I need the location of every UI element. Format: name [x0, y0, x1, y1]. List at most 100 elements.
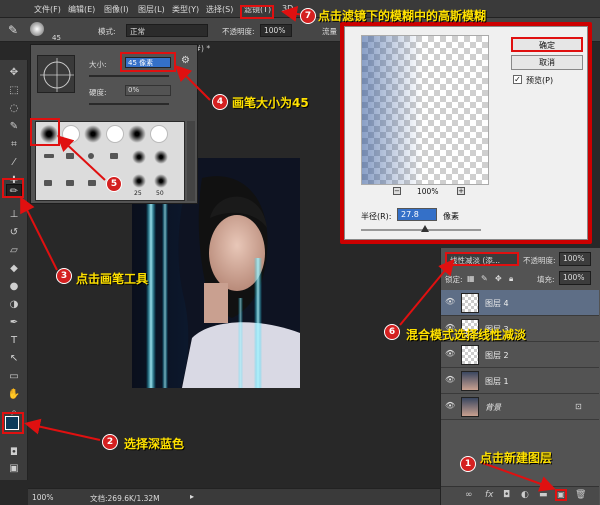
visibility-eye-icon[interactable]: 👁︎ — [445, 376, 455, 384]
visibility-eye-icon[interactable]: 👁︎ — [445, 298, 455, 306]
menu-edit[interactable]: 编辑(E) — [68, 4, 95, 15]
paint-bucket-icon[interactable]: ◆ — [6, 262, 22, 276]
step-badge-3: 3 — [56, 268, 72, 284]
status-arrow-icon[interactable]: ▸ — [190, 492, 194, 501]
layer-thumbnail — [461, 293, 479, 313]
lock-all-icon[interactable]: 🔒︎ — [509, 274, 513, 284]
fill-label: 填充: — [537, 275, 555, 284]
pen-tool-icon[interactable]: ✒ — [6, 316, 22, 330]
radius-input[interactable]: 27.8 — [397, 208, 437, 221]
brush-tool-icon: ✎ — [8, 23, 19, 37]
blur-preview[interactable] — [361, 35, 489, 185]
history-brush-icon[interactable]: ↺ — [6, 226, 22, 240]
brush-size-slider[interactable] — [89, 75, 169, 77]
blend-mode-select[interactable]: 线性减淡 (添... — [445, 252, 519, 266]
path-select-icon[interactable]: ↖ — [6, 352, 22, 366]
menu-file[interactable]: 文件(F) — [34, 4, 61, 15]
brush-tip[interactable] — [44, 180, 52, 186]
brush-tip-hard[interactable] — [62, 125, 80, 143]
radius-label: 半径(R): — [361, 212, 392, 221]
visibility-eye-icon[interactable]: 👁︎ — [445, 350, 455, 358]
lock-position-icon[interactable]: ✥ — [495, 274, 502, 283]
brush-tip[interactable] — [44, 154, 54, 158]
fx-icon[interactable]: fx — [485, 490, 494, 500]
brush-hardness-slider[interactable] — [89, 103, 169, 105]
cancel-button[interactable]: 取消 — [511, 55, 583, 70]
quick-select-tool-icon[interactable]: ✎ — [6, 120, 22, 134]
mode-select[interactable]: 正常 — [126, 24, 208, 37]
preview-checkbox[interactable]: ✓ — [513, 75, 522, 84]
menu-image[interactable]: 图像(I) — [104, 4, 129, 15]
zoom-in-icon[interactable]: + — [457, 187, 465, 195]
shape-tool-icon[interactable]: ▭ — [6, 370, 22, 384]
type-tool-icon[interactable]: T — [6, 334, 22, 348]
layer-name: 图层 1 — [485, 377, 509, 386]
brush-tip[interactable] — [150, 125, 168, 143]
layer-opacity-input[interactable]: 100% — [559, 252, 591, 266]
brush-tip-size-25: 25 — [134, 190, 142, 197]
menu-layer[interactable]: 图层(L) — [138, 4, 165, 15]
menu-3d[interactable]: 3D — [282, 4, 293, 13]
highlight-color-swatch — [2, 412, 24, 434]
group-folder-icon[interactable]: ▬ — [539, 490, 548, 500]
brush-tip[interactable] — [154, 150, 168, 164]
eyedropper-tool-icon[interactable]: ⁄ — [6, 156, 22, 170]
gaussian-blur-dialog-body: − 100% + 确定 取消 ✓ 预览(P) 半径(R): 27.8 像素 — [344, 26, 588, 240]
brush-settings-gear-icon[interactable]: ⚙ — [181, 55, 190, 66]
radius-slider-thumb[interactable] — [421, 225, 429, 232]
layer-row[interactable]: 👁︎ 背景 ⊡ — [441, 394, 599, 420]
note-step-3: 点击画笔工具 — [76, 272, 149, 286]
quick-mask-icon[interactable]: ◘ — [6, 446, 22, 460]
layer-row[interactable]: 👁︎ 图层 2 — [441, 342, 599, 368]
layer-row[interactable]: 👁︎ 图层 4 — [441, 290, 599, 316]
eraser-tool-icon[interactable]: ▱ — [6, 244, 22, 258]
ok-button[interactable]: 确定 — [511, 37, 583, 52]
blur-tool-icon[interactable]: ● — [6, 280, 22, 294]
opacity-input[interactable]: 100% — [260, 24, 292, 37]
layers-footer: ∞ fx ◘ ◐ ▬ ▣ 🗑︎ — [441, 486, 599, 505]
brush-tip[interactable] — [132, 174, 146, 188]
brush-angle-preview[interactable] — [37, 55, 75, 93]
delete-layer-icon[interactable]: 🗑︎ — [575, 490, 586, 500]
layer-row[interactable]: 👁︎ 图层 1 — [441, 368, 599, 394]
zoom-out-icon[interactable]: − — [393, 187, 401, 195]
brush-tip[interactable] — [66, 153, 74, 159]
brush-tip[interactable] — [66, 180, 74, 186]
brush-tip[interactable] — [84, 125, 102, 143]
brush-hardness-label: 硬度: — [89, 88, 107, 97]
screen-mode-icon[interactable]: ▣ — [6, 462, 22, 476]
brush-size-readout: 45 — [52, 34, 61, 42]
move-tool-icon[interactable]: ✥ — [6, 66, 22, 80]
brush-tip[interactable] — [106, 125, 124, 143]
brush-tip[interactable] — [88, 153, 94, 159]
new-layer-button[interactable]: ▣ — [555, 489, 567, 501]
highlight-filter-menu — [240, 5, 274, 19]
lock-pixels-icon[interactable]: ✎ — [481, 274, 488, 283]
brush-tip[interactable] — [132, 150, 146, 164]
menu-select[interactable]: 选择(S) — [206, 4, 233, 15]
brush-preset-icon[interactable] — [30, 22, 44, 36]
brush-grid-scrollbar[interactable] — [187, 121, 195, 201]
marquee-tool-icon[interactable]: ⬚ — [6, 84, 22, 98]
brush-tip[interactable] — [128, 125, 146, 143]
brush-tip[interactable] — [110, 153, 118, 159]
layer-thumbnail — [461, 397, 479, 417]
lasso-tool-icon[interactable]: ◌ — [6, 102, 22, 116]
step-badge-5: 5 — [106, 176, 122, 192]
menu-type[interactable]: 类型(Y) — [172, 4, 199, 15]
lock-transparent-icon[interactable]: ▦ — [467, 274, 475, 283]
hand-tool-icon[interactable]: ✋ — [6, 388, 22, 402]
brush-angle-icon — [40, 58, 74, 92]
brush-hardness-input[interactable]: 0% — [125, 85, 171, 96]
dodge-tool-icon[interactable]: ◑ — [6, 298, 22, 312]
stamp-tool-icon[interactable]: ⊥ — [6, 208, 22, 222]
link-layers-icon[interactable]: ∞ — [465, 490, 473, 500]
add-mask-icon[interactable]: ◘ — [503, 490, 510, 500]
brush-tip[interactable] — [154, 174, 168, 188]
adjustment-layer-icon[interactable]: ◐ — [521, 490, 529, 500]
brush-tip[interactable] — [88, 180, 96, 186]
visibility-eye-icon[interactable]: 👁︎ — [445, 402, 455, 410]
status-doc-size: 文档:269.6K/1.32M — [90, 494, 160, 503]
fill-input[interactable]: 100% — [559, 271, 591, 285]
crop-tool-icon[interactable]: ⌗ — [6, 138, 22, 152]
